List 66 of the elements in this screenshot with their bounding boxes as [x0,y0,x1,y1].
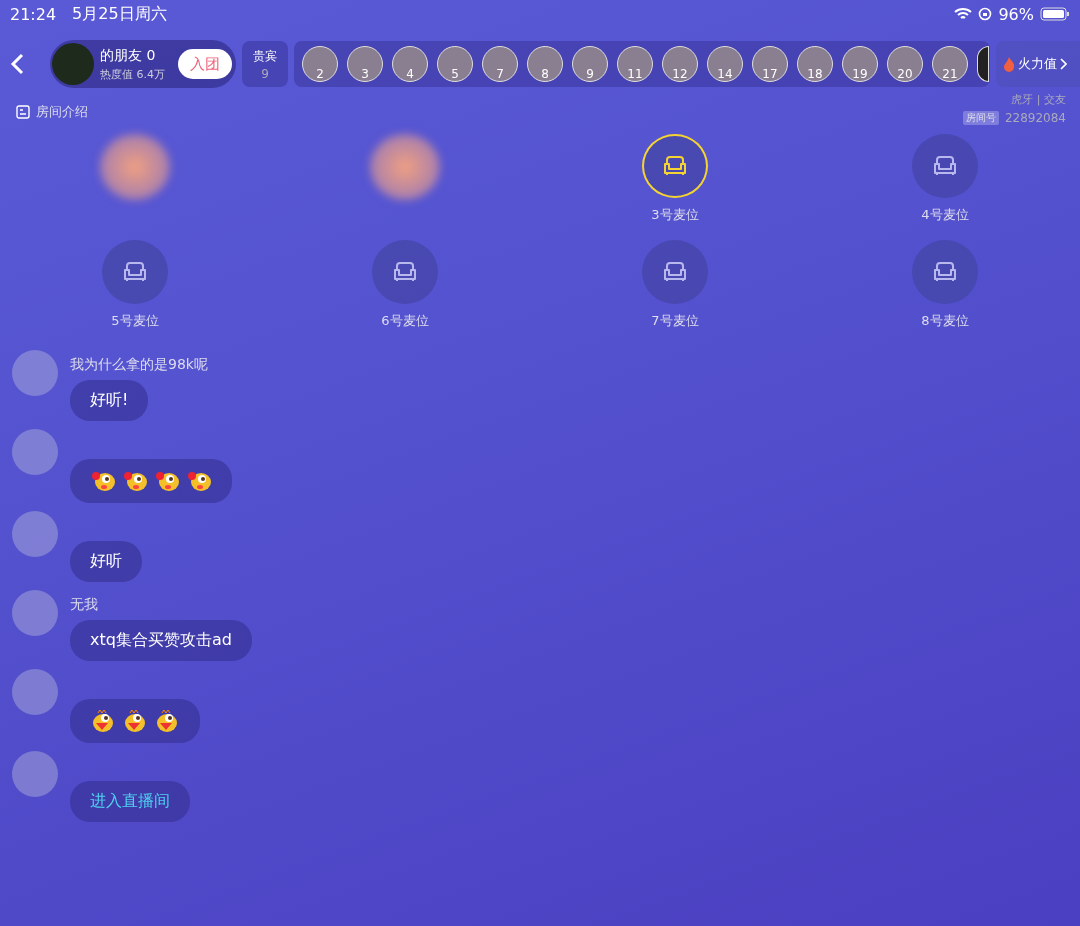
viewer-avatar[interactable]: 12 [662,46,698,82]
wifi-icon [954,7,973,21]
room-id: 22892084 [1004,111,1066,125]
join-button[interactable]: 入团 [178,49,232,79]
time: 21:24 [10,4,57,24]
document-icon [16,105,30,119]
rotation-lock-icon [978,7,993,21]
cat-with-rose-sticker [122,469,148,493]
sofa-icon [662,155,688,177]
viewer-avatar[interactable]: 11 [617,46,653,82]
chevron-right-icon [1059,58,1067,70]
seat-label: 3号麦位 [651,206,699,224]
host-card[interactable]: 的朋友 0 热度值 6.4万 入团 [50,40,236,88]
seat-label: 6号麦位 [381,312,429,330]
cat-with-rose-sticker [154,469,180,493]
laughing-creature-sticker [122,709,148,733]
viewer-avatar[interactable]: 4 [392,46,428,82]
laughing-creature-sticker [90,709,116,733]
cat-with-rose-sticker [186,469,212,493]
battery-percent: 96% [998,4,1034,24]
chat-bubble: xtq集合买赞攻击ad [70,620,252,661]
room-id-tag: 房间号 [962,111,999,125]
platform-label: 虎牙 | 交友 [1011,92,1066,107]
viewer-avatar[interactable]: 7 [482,46,518,82]
viewer-avatar[interactable] [977,46,989,82]
battery-icon [1040,7,1070,21]
room-name: 的朋友 0 [100,46,157,65]
viewer-avatar[interactable]: 19 [842,46,878,82]
flame-icon [1002,56,1016,72]
chat-bubble: 好听 [70,541,142,582]
viewer-avatar[interactable]: 21 [932,46,968,82]
username: 无我 [70,596,99,614]
enter-room-link[interactable]: 进入直播间 [70,781,190,822]
vip-panel[interactable]: 贵宾 9 [242,41,288,87]
blurred-avatar[interactable] [100,134,170,200]
seat-label: 4号麦位 [921,206,969,224]
cat-with-rose-sticker [90,469,116,493]
viewer-avatar[interactable]: 2 [302,46,338,82]
blurred-avatar[interactable] [370,134,440,200]
viewer-avatar[interactable]: 3 [347,46,383,82]
sofa-icon [932,155,958,177]
sofa-icon [392,261,418,283]
sofa-icon [662,261,688,283]
fire-value-panel[interactable]: 火力值 [996,41,1080,87]
room-intro-link[interactable]: 房间介绍 [16,92,88,132]
vip-label: 贵宾 [253,47,277,65]
fire-value: 火力值 [1018,55,1057,73]
date: 5月25日周六 [72,3,167,25]
viewer-avatar[interactable]: 17 [752,46,788,82]
viewer-avatar[interactable]: 20 [887,46,923,82]
chat-bubble: 好听! [70,380,149,421]
host-avatar [52,43,94,85]
viewer-avatar[interactable]: 8 [527,46,563,82]
seat-label: 8号麦位 [921,312,969,330]
username: 我为什么拿的是98k呢 [70,356,208,374]
viewer-avatar[interactable]: 18 [797,46,833,82]
laughing-creature-sticker [154,709,180,733]
heat-value: 热度值 6.4万 [100,66,166,82]
viewer-avatar[interactable]: 14 [707,46,743,82]
viewer-avatar[interactable]: 9 [572,46,608,82]
viewer-avatar[interactable]: 5 [437,46,473,82]
seat-label: 7号麦位 [651,312,699,330]
seat-label: 5号麦位 [111,312,159,330]
vip-count: 9 [261,66,269,81]
sofa-icon [932,261,958,283]
sofa-icon [122,261,148,283]
